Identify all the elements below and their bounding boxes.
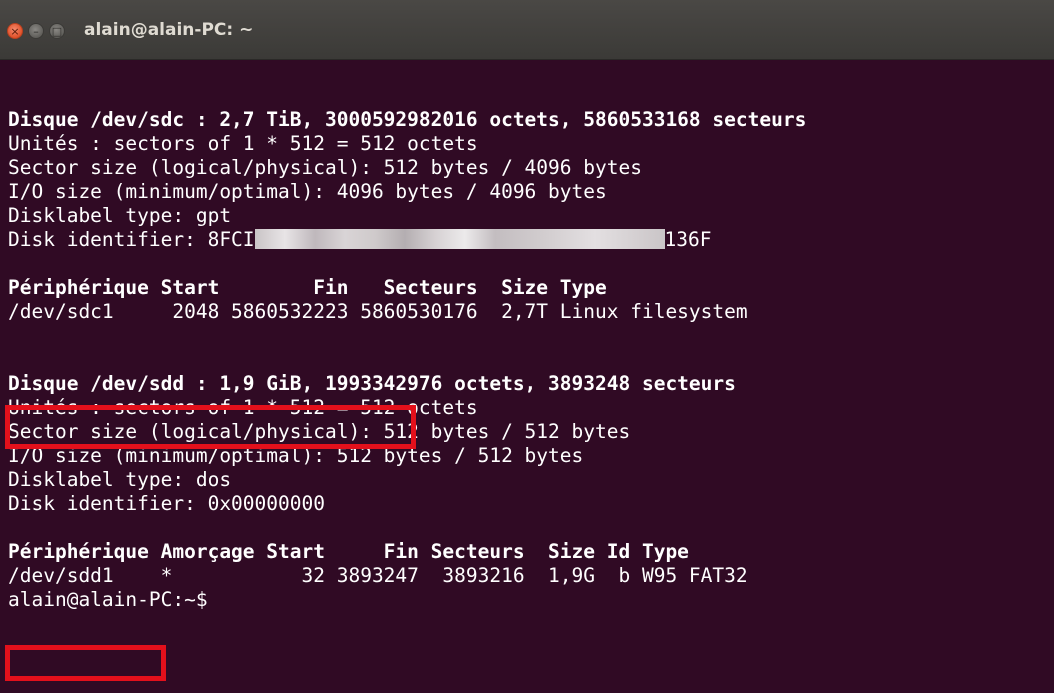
minimize-icon: – [33, 24, 39, 38]
close-button[interactable]: × [7, 23, 23, 39]
terminal-output[interactable]: Disque /dev/sdc : 2,7 TiB, 3000592982016… [8, 60, 1048, 612]
terminal-line: Disklabel type: dos [8, 468, 232, 491]
maximize-button[interactable]: □ [49, 23, 65, 39]
title-bar[interactable]: × – □ alain@alain-PC: ~ [0, 0, 1054, 60]
disk-identifier-line: Disk identifier: 8FCI 136F [8, 228, 1048, 252]
shell-prompt[interactable]: alain@alain-PC:~$ [8, 588, 1048, 612]
terminal-line: I/O size (minimum/optimal): 4096 bytes /… [8, 180, 607, 203]
maximize-icon: □ [51, 24, 63, 38]
highlight-box-partition [5, 645, 166, 681]
terminal-line: Disklabel type: gpt [8, 204, 232, 227]
disk-identifier-prefix: Disk identifier: 8FCI [8, 228, 255, 251]
disk-sdd-header: Disque /dev/sdd : 1,9 GiB, 1993342976 oc… [8, 372, 736, 395]
partition-row: /dev/sdd1 * 32 3893247 3893216 1,9G b W9… [8, 564, 748, 587]
minimize-button[interactable]: – [28, 23, 44, 39]
partition-table-header: Périphérique Amorçage Start Fin Secteurs… [8, 540, 689, 563]
partition-table-header: Périphérique Start Fin Secteurs Size Typ… [8, 276, 607, 299]
terminal-line: Unités : sectors of 1 * 512 = 512 octets [8, 132, 478, 155]
highlight-box-disk-size [5, 405, 416, 449]
terminal-window: × – □ alain@alain-PC: ~ Disque /dev/sdc … [0, 0, 1054, 693]
disk-sdc-header: Disque /dev/sdc : 2,7 TiB, 3000592982016… [8, 108, 807, 131]
terminal-line: Disk identifier: 0x00000000 [8, 492, 325, 515]
terminal-line: Sector size (logical/physical): 512 byte… [8, 156, 642, 179]
disk-identifier-suffix: 136F [664, 228, 712, 251]
close-icon: × [10, 24, 20, 38]
partition-row: /dev/sdc1 2048 5860532223 5860530176 2,7… [8, 300, 748, 323]
redaction-block [254, 229, 665, 249]
window-title: alain@alain-PC: ~ [84, 20, 254, 40]
